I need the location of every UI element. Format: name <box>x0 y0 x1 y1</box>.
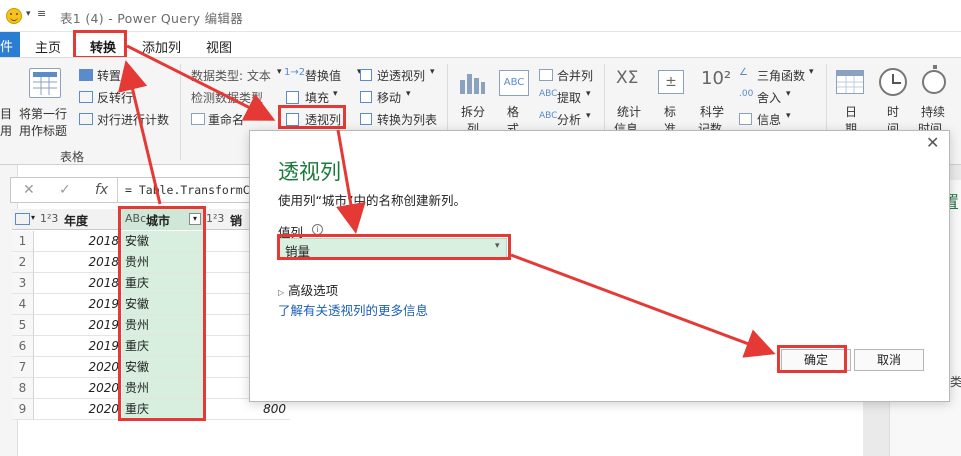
arrow-tab-to-pivot <box>126 44 276 121</box>
arrow-pivot-to-select <box>336 129 366 234</box>
arrow-select-to-ok <box>510 253 776 358</box>
arrow-city-to-tab <box>117 60 162 205</box>
annotation-arrows <box>117 44 776 358</box>
